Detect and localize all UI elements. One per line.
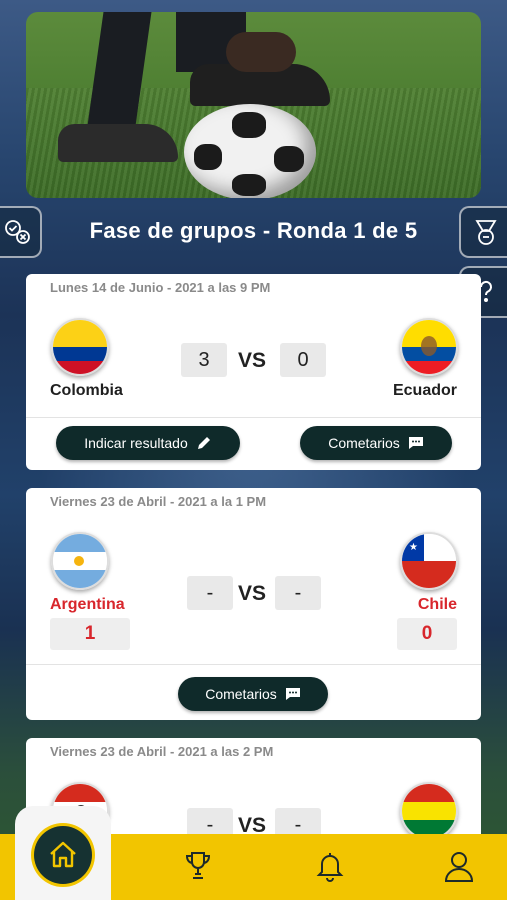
- bell-icon: [316, 853, 344, 882]
- home-score: -: [187, 576, 233, 610]
- away-team-name: Chile: [417, 596, 457, 613]
- trophy-icon: [185, 852, 211, 879]
- nav-home-button[interactable]: [34, 826, 92, 884]
- prediction-check-icon: [5, 220, 30, 244]
- comments-button[interactable]: Cometarios: [178, 677, 328, 711]
- vs-label: VS: [238, 582, 267, 605]
- flag-chile: ★: [400, 532, 458, 590]
- comment-icon: [408, 437, 423, 449]
- match-date: Lunes 14 de Junio - 2021 a las 9 PM: [50, 280, 271, 295]
- match-date: Viernes 23 de Abril - 2021 a las 2 PM: [50, 744, 274, 759]
- home-score: 3: [181, 343, 227, 377]
- card-divider: [26, 417, 481, 418]
- indicate-result-label: Indicar resultado: [84, 435, 188, 451]
- home-icon: [50, 841, 76, 868]
- page-title: Fase de grupos - Ronda 1 de 5: [89, 218, 418, 243]
- match-card-2: Viernes 23 de Abril - 2021 a la 1 PM Arg…: [26, 488, 481, 720]
- pencil-icon: [197, 437, 210, 449]
- comments-label: Cometarios: [205, 686, 277, 702]
- vs-label: VS: [238, 349, 267, 372]
- comments-button[interactable]: Cometarios: [300, 426, 452, 460]
- predictions-button[interactable]: [0, 206, 42, 258]
- home-team-name: Colombia: [50, 382, 123, 399]
- home-prediction[interactable]: 1: [50, 618, 130, 650]
- match-card-1: Lunes 14 de Junio - 2021 a las 9 PM Colo…: [26, 274, 481, 470]
- nav-trophy-button[interactable]: [180, 848, 216, 884]
- away-team-name: Ecuador: [392, 382, 457, 399]
- comment-icon: [285, 688, 300, 700]
- away-prediction[interactable]: 0: [397, 618, 457, 650]
- flag-ecuador: [400, 318, 458, 376]
- match-date: Viernes 23 de Abril - 2021 a la 1 PM: [50, 494, 267, 509]
- user-icon: [444, 852, 474, 882]
- shoe-left: [58, 124, 178, 162]
- home-team-name: Argentina: [50, 596, 125, 613]
- ranking-button[interactable]: [459, 206, 507, 258]
- medal-icon: [475, 220, 497, 245]
- flag-argentina: [51, 532, 109, 590]
- hero-image: [26, 12, 481, 198]
- round-header: Fase de grupos - Ronda 1 de 5: [0, 205, 507, 257]
- nav-profile-button[interactable]: [441, 848, 477, 884]
- flag-colombia: [51, 318, 109, 376]
- nav-notifications-button[interactable]: [312, 848, 348, 884]
- away-score: 0: [280, 343, 326, 377]
- away-score: -: [275, 576, 321, 610]
- indicate-result-button[interactable]: Indicar resultado: [56, 426, 240, 460]
- soccer-ball: [184, 104, 316, 198]
- comments-label: Cometarios: [328, 435, 400, 451]
- card-divider: [26, 664, 481, 665]
- flag-bolivia: [400, 782, 458, 840]
